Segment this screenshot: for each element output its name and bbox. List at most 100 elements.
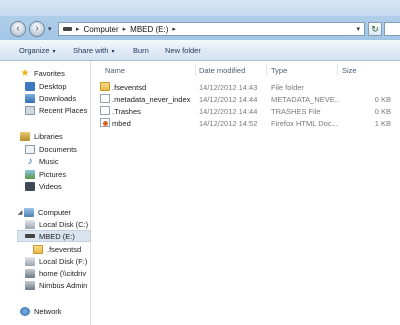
refresh-button[interactable]: ↻ <box>368 22 382 36</box>
nav-item-local-disk-c[interactable]: Local Disk (C:) <box>25 218 88 230</box>
organize-label: Organize <box>19 46 50 55</box>
window-header: ‹ › ▾ ▸ Computer ▸ MBED (E:) ▸ ▾ ↻ <box>0 0 400 40</box>
nav-item-pictures[interactable]: Pictures <box>25 168 66 180</box>
share-with-label: Share with <box>73 46 109 55</box>
computer-icon <box>24 207 34 217</box>
nav-label: MBED (E:) <box>39 231 75 241</box>
nav-label: home (\\citdriv <box>39 268 87 278</box>
file-row-fseventsd[interactable]: .fseventsd 14/12/2012 14:43 File folder <box>98 82 398 93</box>
pictures-icon <box>25 169 35 179</box>
navigation-pane: ★ Favorites Desktop Downloads Recent Plac… <box>0 61 91 325</box>
network-icon <box>20 306 30 316</box>
column-header-type[interactable]: Type <box>271 66 287 75</box>
nav-item-documents[interactable]: Documents <box>25 143 77 155</box>
nav-item-local-disk-f[interactable]: Local Disk (F:) <box>25 255 87 267</box>
network-drive-icon <box>25 268 35 278</box>
column-header-name[interactable]: Name <box>105 66 125 75</box>
nav-item-home-network-drive[interactable]: home (\\citdriv <box>25 267 91 279</box>
nav-label: Documents <box>39 144 77 154</box>
search-input[interactable] <box>384 22 400 36</box>
forward-button[interactable]: › <box>29 21 45 37</box>
address-dropdown-icon[interactable]: ▾ <box>356 25 360 33</box>
nav-label: Downloads <box>39 93 77 103</box>
file-type: METADATA_NEVE... <box>271 95 339 104</box>
chevron-down-icon: ◢ <box>17 209 23 216</box>
chevron-down-icon: ▾ <box>111 49 115 55</box>
nav-favorites[interactable]: ★ Favorites <box>20 67 65 79</box>
drive-icon <box>63 27 72 31</box>
folder-icon <box>33 244 43 254</box>
title-strip <box>0 0 400 16</box>
html-file-icon <box>100 118 110 127</box>
column-header-size[interactable]: Size <box>342 66 357 75</box>
column-divider[interactable] <box>337 64 338 76</box>
file-size: 0 KB <box>374 107 391 116</box>
file-name: .metadata_never_index <box>112 95 191 104</box>
nav-label: Recent Places <box>39 105 88 115</box>
recent-pages-dropdown[interactable]: ▾ <box>48 26 54 33</box>
breadcrumb-computer[interactable]: Computer <box>84 25 119 34</box>
nav-item-desktop[interactable]: Desktop <box>25 80 67 92</box>
file-icon <box>100 106 110 115</box>
hard-drive-icon <box>25 219 35 229</box>
nav-item-mbed[interactable]: MBED (E:) <box>17 230 91 242</box>
nav-label: Favorites <box>34 68 65 78</box>
organize-button[interactable]: Organize ▾ <box>19 46 55 55</box>
network-drive-icon <box>25 280 35 290</box>
folder-icon <box>100 82 110 91</box>
star-icon: ★ <box>20 67 30 79</box>
breadcrumb-separator[interactable]: ▸ <box>123 25 127 33</box>
file-row-trashes[interactable]: .Trashes 14/12/2012 14:44 TRASHES File 0… <box>98 106 398 117</box>
nav-label: Network <box>34 306 62 316</box>
file-type: TRASHES File <box>271 107 321 116</box>
file-size: 0 KB <box>374 95 391 104</box>
share-with-button[interactable]: Share with ▾ <box>73 46 114 55</box>
nav-label: Pictures <box>39 169 67 179</box>
file-name: mbed <box>112 119 131 128</box>
file-row-mbed[interactable]: mbed 14/12/2012 14:52 Firefox HTML Doc..… <box>98 118 398 129</box>
documents-icon <box>25 144 35 154</box>
file-type: File folder <box>271 83 304 92</box>
nav-item-downloads[interactable]: Downloads <box>25 92 76 104</box>
file-name: .fseventsd <box>112 83 147 92</box>
nav-label: Desktop <box>39 81 67 91</box>
column-divider[interactable] <box>266 64 267 76</box>
nav-label: .fseventsd <box>47 244 82 254</box>
nav-item-videos[interactable]: Videos <box>25 180 62 192</box>
nav-label: Music <box>39 156 59 166</box>
burn-button[interactable]: Burn <box>133 46 149 55</box>
file-name: .Trashes <box>112 107 141 116</box>
forward-arrow-icon: › <box>35 23 39 34</box>
nav-computer[interactable]: ◢ Computer <box>17 206 71 218</box>
downloads-icon <box>25 93 35 103</box>
command-bar: Organize ▾ Share with ▾ Burn New folder <box>0 40 400 61</box>
file-row-metadata-never-index[interactable]: .metadata_never_index 14/12/2012 14:44 M… <box>98 94 398 105</box>
file-date: 14/12/2012 14:52 <box>199 119 258 128</box>
videos-icon <box>25 181 35 191</box>
nav-network[interactable]: Network <box>20 305 62 317</box>
nav-item-fseventsd[interactable]: .fseventsd <box>33 243 81 255</box>
file-size: 1 KB <box>374 119 391 128</box>
breadcrumb-separator[interactable]: ▸ <box>76 25 80 33</box>
back-button[interactable]: ‹ <box>10 21 26 37</box>
nav-label: Libraries <box>34 131 63 141</box>
refresh-icon: ↻ <box>371 24 379 34</box>
new-folder-button[interactable]: New folder <box>165 46 201 55</box>
libraries-icon <box>20 131 30 141</box>
column-divider[interactable] <box>195 64 196 76</box>
breadcrumb-mbed[interactable]: MBED (E:) <box>130 25 168 34</box>
nav-item-nimbus-admin[interactable]: Nimbus Admin <box>25 279 91 291</box>
nav-label: Local Disk (F:) <box>39 256 88 266</box>
breadcrumb-separator[interactable]: ▸ <box>172 25 176 33</box>
nav-libraries[interactable]: Libraries <box>20 130 63 142</box>
file-list-pane: Name Date modified Type Size .fseventsd … <box>91 61 400 325</box>
column-header-date-modified[interactable]: Date modified <box>199 66 245 75</box>
file-type: Firefox HTML Doc... <box>271 119 338 128</box>
file-icon <box>100 94 110 103</box>
nav-item-recent-places[interactable]: Recent Places <box>25 104 87 116</box>
hard-drive-icon <box>25 256 35 266</box>
nav-label: Videos <box>39 181 62 191</box>
address-bar[interactable]: ▸ Computer ▸ MBED (E:) ▸ ▾ <box>58 22 365 36</box>
nav-item-music[interactable]: ♪ Music <box>25 155 59 167</box>
chevron-down-icon: ▾ <box>52 49 56 55</box>
